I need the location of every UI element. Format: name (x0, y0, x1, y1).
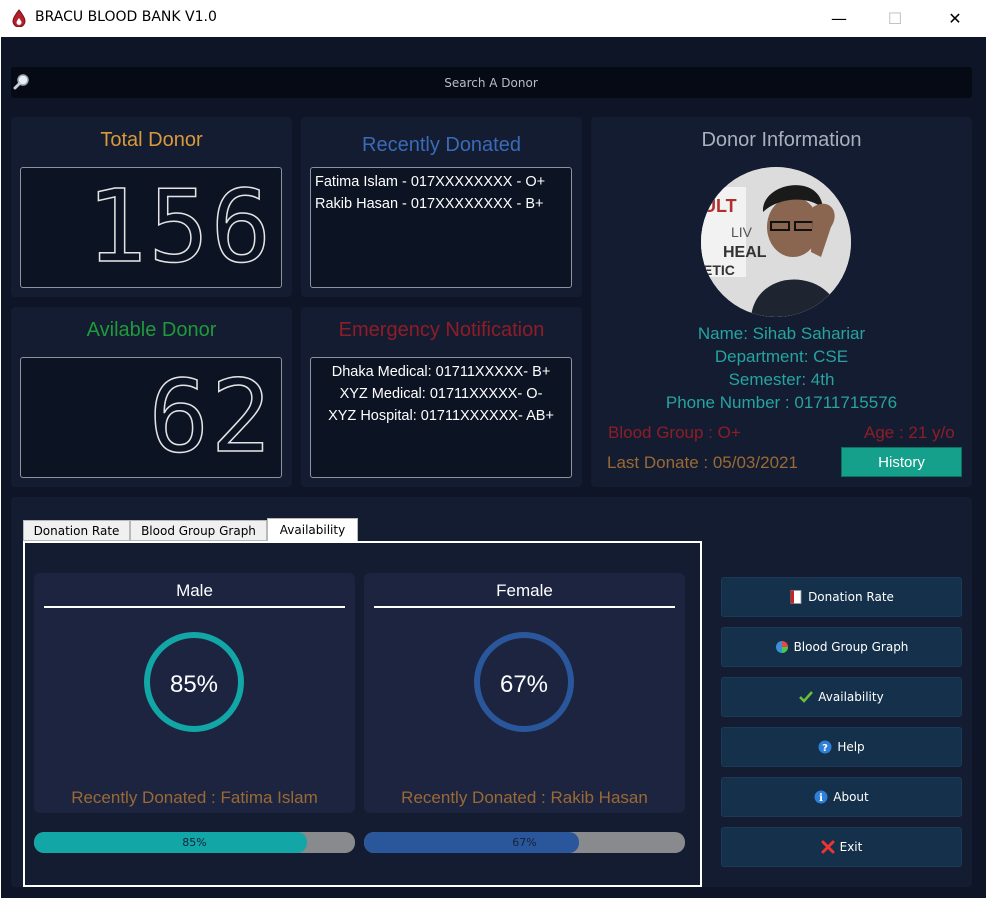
emergency-list[interactable]: Dhaka Medical: 01711XXXXX- B+ XYZ Medica… (310, 357, 572, 478)
male-card: Male 85% Recently Donated : Fatima Islam (34, 573, 355, 813)
donor-photo-icon: ULT LIV HEAL ETIC (701, 167, 851, 317)
available-donor-title: Avilable Donor (86, 319, 217, 341)
donor-info-panel: Donor Information ULT LIV HEAL ETIC Name… (591, 117, 972, 487)
availability-button[interactable]: Availability (721, 677, 962, 717)
close-button[interactable]: ✕ (932, 0, 978, 36)
recently-donated-title: Recently Donated (362, 134, 521, 156)
donor-last-donate: Last Donate : 05/03/2021 (607, 453, 798, 472)
search-input[interactable] (41, 67, 941, 98)
svg-text:ETIC: ETIC (703, 262, 735, 278)
female-progress-label: 67% (512, 836, 537, 849)
male-progress-label: 85% (182, 836, 207, 849)
svg-text:?: ? (822, 743, 828, 754)
total-donor-display: 156 (20, 167, 282, 288)
availability-tab-content: Male 85% Recently Donated : Fatima Islam… (23, 541, 702, 887)
recently-donated-panel: Recently Donated Fatima Islam - 017XXXXX… (301, 117, 582, 297)
history-button[interactable]: History (841, 447, 962, 477)
checkmark-icon (799, 691, 814, 703)
donor-age: Age : 21 y/o (864, 423, 955, 442)
emergency-title: Emergency Notification (338, 319, 545, 341)
search-icon (13, 74, 29, 90)
donor-phone: Phone Number : 01711715576 (665, 393, 898, 412)
donation-rate-button[interactable]: Donation Rate (721, 577, 962, 617)
about-label: About (833, 790, 869, 804)
svg-text:LIV: LIV (731, 224, 753, 240)
title-bar: BRACU BLOOD BANK V1.0 — ☐ ✕ (0, 0, 986, 37)
female-recent-donation: Recently Donated : Rakib Hasan (401, 788, 648, 807)
tab-donation-rate[interactable]: Donation Rate (23, 520, 130, 541)
male-percent-ring: 85% (144, 632, 244, 732)
donor-avatar: ULT LIV HEAL ETIC (701, 167, 851, 317)
donor-info-title: Donor Information (701, 129, 862, 151)
blood-group-graph-label: Blood Group Graph (793, 640, 909, 654)
svg-text:i: i (819, 793, 823, 804)
availability-label: Availability (818, 690, 884, 704)
exit-label: Exit (839, 840, 863, 854)
svg-text:ULT: ULT (703, 196, 737, 216)
exit-button[interactable]: Exit (721, 827, 962, 867)
bottom-panel: Donation Rate Blood Group Graph Availabi… (11, 497, 972, 887)
available-donor-value: 62 (148, 358, 273, 475)
about-button[interactable]: i About (721, 777, 962, 817)
document-icon (790, 590, 802, 604)
help-button[interactable]: ? Help (721, 727, 962, 767)
blood-drop-icon (12, 9, 26, 27)
total-donor-title: Total Donor (100, 129, 203, 151)
donor-name: Name: Sihab Sahariar (697, 324, 866, 343)
tab-availability[interactable]: Availability (267, 518, 358, 541)
male-title: Male (176, 581, 213, 600)
emergency-panel: Emergency Notification Dhaka Medical: 01… (301, 307, 582, 487)
donor-blood-group: Blood Group : O+ (608, 423, 741, 442)
female-percent-ring: 67% (474, 632, 574, 732)
male-percent-label: 85% (170, 671, 218, 698)
male-progress-bar: 85% (34, 832, 355, 853)
list-item[interactable]: Fatima Islam - 017XXXXXXXX - O+ (315, 171, 567, 193)
window-title: BRACU BLOOD BANK V1.0 (35, 9, 217, 25)
pie-chart-icon (775, 641, 788, 653)
female-progress-bar: 67% (364, 832, 685, 853)
donation-rate-label: Donation Rate (808, 590, 894, 604)
tab-blood-group-graph[interactable]: Blood Group Graph (130, 520, 267, 541)
total-donor-panel: Total Donor 156 (11, 117, 292, 297)
info-icon: i (814, 790, 828, 804)
female-card: Female 67% Recently Donated : Rakib Hasa… (364, 573, 685, 813)
female-percent-label: 67% (500, 671, 548, 698)
exit-icon (821, 840, 835, 854)
help-label: Help (837, 740, 865, 754)
maximize-button[interactable]: ☐ (872, 0, 918, 36)
female-divider (374, 606, 675, 608)
help-icon: ? (818, 740, 832, 754)
available-donor-panel: Avilable Donor 62 (11, 307, 292, 487)
svg-text:HEAL: HEAL (723, 244, 767, 261)
donor-semester: Semester: 4th (728, 370, 835, 389)
list-item[interactable]: Rakib Hasan - 017XXXXXXXX - B+ (315, 193, 567, 215)
minimize-button[interactable]: — (816, 0, 862, 36)
total-donor-value: 156 (86, 168, 273, 285)
list-item[interactable]: Dhaka Medical: 01711XXXXX- B+ (315, 361, 567, 383)
main-window: Total Donor 156 Avilable Donor 62 Recent… (1, 37, 986, 898)
search-bar (11, 67, 972, 98)
available-donor-display: 62 (20, 357, 282, 478)
recently-donated-list[interactable]: Fatima Islam - 017XXXXXXXX - O+ Rakib Ha… (310, 167, 572, 288)
list-item[interactable]: XYZ Hospital: 01711XXXXXX- AB+ (315, 405, 567, 427)
male-recent-donation: Recently Donated : Fatima Islam (71, 788, 318, 807)
donor-department: Department: CSE (714, 347, 849, 366)
female-title: Female (496, 581, 553, 600)
list-item[interactable]: XYZ Medical: 01711XXXXX- O- (315, 383, 567, 405)
male-divider (44, 606, 345, 608)
blood-group-graph-button[interactable]: Blood Group Graph (721, 627, 962, 667)
